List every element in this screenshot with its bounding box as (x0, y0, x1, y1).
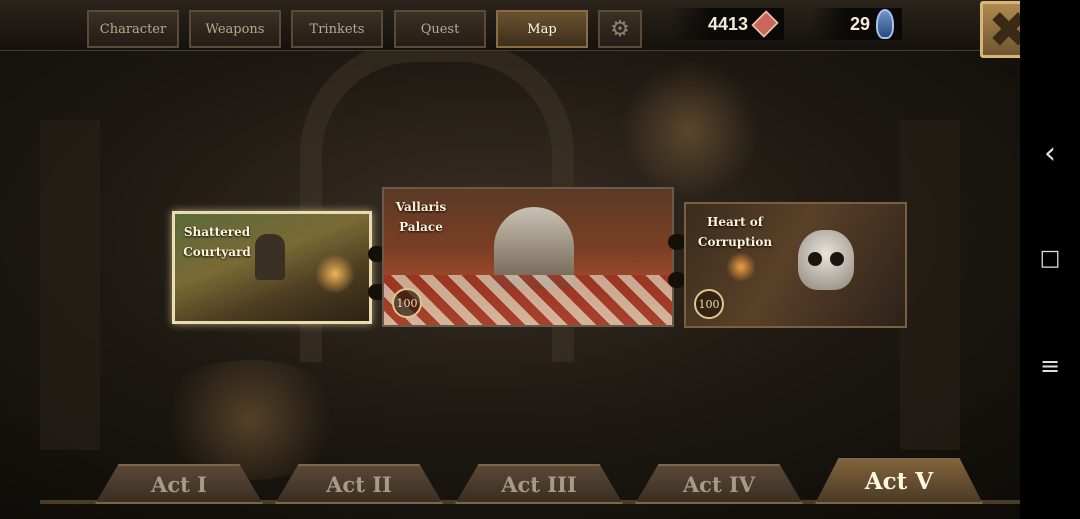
background-pillar (40, 120, 100, 450)
map-location-heart-of-corruption[interactable]: Heart of Corruption 100 (684, 202, 907, 328)
gold-currency: 4413 (668, 8, 785, 40)
location-title: Heart of Corruption (692, 212, 778, 252)
tab-act-2[interactable]: Act II (275, 464, 443, 504)
tab-quest[interactable]: Quest (394, 10, 486, 48)
system-navigation-bar: ‹ □ ≡ (1020, 0, 1080, 519)
map-location-shattered-courtyard[interactable]: Shattered Courtyard (172, 211, 372, 324)
tab-trinkets[interactable]: Trinkets (291, 10, 383, 48)
torch-light (315, 254, 355, 294)
tab-character[interactable]: Character (87, 10, 179, 48)
location-title-line: Palace (399, 220, 443, 234)
level-badge: 100 (392, 288, 422, 318)
character-figure (255, 234, 285, 280)
top-bar: Character Weapons Trinkets Quest Map ⚙ 4… (0, 0, 1020, 51)
background-light (620, 60, 760, 200)
background-light (150, 360, 350, 480)
recent-apps-icon[interactable]: ≡ (1020, 352, 1080, 380)
home-icon[interactable]: □ (1020, 246, 1080, 271)
gem-currency: 29 (810, 8, 903, 40)
gold-amount: 4413 (708, 13, 749, 34)
location-title-line: Vallaris (395, 200, 447, 214)
tab-weapons[interactable]: Weapons (189, 10, 281, 48)
location-title: Shattered Courtyard (177, 222, 257, 262)
location-title-line: Heart of (707, 215, 763, 229)
background-pillar (900, 120, 960, 450)
location-title: Vallaris Palace (388, 197, 454, 237)
location-title-line: Shattered (183, 225, 251, 239)
tab-act-5[interactable]: Act V (815, 458, 983, 504)
skull-icon (798, 230, 854, 290)
location-title-line: Courtyard (183, 245, 251, 259)
gear-icon: ⚙ (610, 16, 630, 42)
blue-gem-icon (876, 9, 895, 39)
level-badge: 100 (694, 289, 724, 319)
gem-amount: 29 (850, 13, 871, 34)
palace-floor (384, 275, 672, 325)
tab-map[interactable]: Map (496, 10, 588, 48)
map-location-vallaris-palace[interactable]: Vallaris Palace 100 (382, 187, 674, 327)
torch-light (726, 252, 756, 282)
location-title-line: Corruption (697, 235, 773, 249)
tab-act-1[interactable]: Act I (95, 464, 263, 504)
tab-act-4[interactable]: Act IV (635, 464, 803, 504)
back-icon[interactable]: ‹ (1020, 136, 1080, 171)
red-crystal-icon (751, 10, 779, 38)
settings-button[interactable]: ⚙ (598, 10, 642, 48)
tab-act-3[interactable]: Act III (455, 464, 623, 504)
